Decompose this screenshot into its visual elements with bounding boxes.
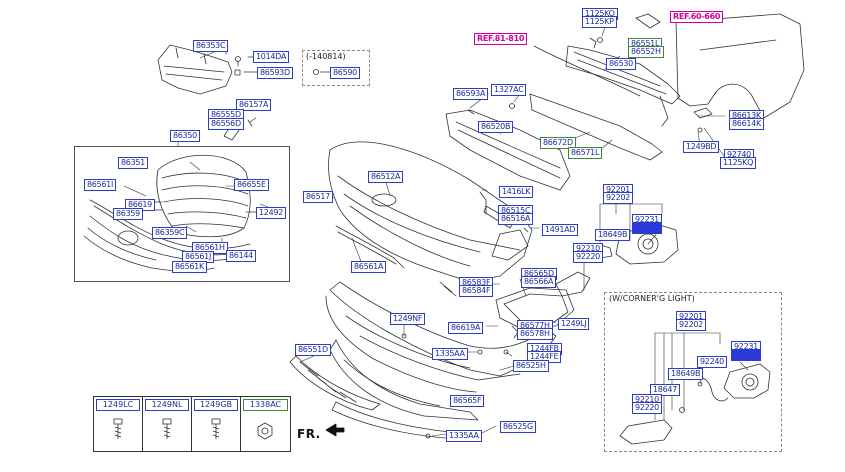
part-label-1416lk[interactable]: 1416LK	[499, 186, 534, 198]
legend-label-1249nl[interactable]: 1249NL	[145, 399, 189, 411]
part-label-86350[interactable]: 86350	[170, 130, 200, 142]
legend-cell: 1249LC	[94, 397, 143, 451]
part-label-92202-cornering[interactable]: 92202	[676, 319, 706, 331]
part-label-86520b[interactable]: 86520B	[478, 121, 514, 133]
part-label-86566a[interactable]: 86566A	[521, 276, 557, 288]
part-label-1125kp[interactable]: 1125KP	[582, 16, 617, 28]
part-label-86551d[interactable]: 86551D	[295, 344, 331, 356]
part-label-92232-highlighted[interactable]: 92232	[632, 222, 662, 234]
part-label-1491ad[interactable]: 1491AD	[542, 224, 579, 236]
part-label-86525h[interactable]: 86525H	[513, 360, 549, 372]
bracket-part	[693, 107, 713, 119]
part-label-86353c[interactable]: 86353C	[193, 40, 229, 52]
front-direction-label: FR.	[297, 427, 321, 441]
part-label-1327ac[interactable]: 1327AC	[491, 84, 527, 96]
part-label-1249nf[interactable]: 1249NF	[390, 313, 426, 325]
part-label-86614k[interactable]: 86614K	[729, 118, 764, 130]
part-label-86590[interactable]: 86590	[330, 67, 360, 79]
front-direction-arrow	[325, 423, 345, 437]
bolt-icon	[162, 418, 172, 439]
bulb-part	[555, 271, 591, 297]
legend-cell: 1338AC	[241, 397, 290, 451]
lower-grille-insert-part	[289, 355, 381, 411]
part-label-86516a[interactable]: 86516A	[498, 213, 534, 225]
part-label-86561k[interactable]: 86561K	[172, 261, 207, 273]
nut-part	[509, 103, 515, 109]
part-label-86530[interactable]: 86530	[606, 58, 636, 70]
part-label-92220-cornering[interactable]: 92220	[632, 402, 662, 414]
part-label-1249lj[interactable]: 1249LJ	[558, 318, 590, 330]
part-label-86655e[interactable]: 86655E	[234, 179, 269, 191]
part-label-1335aa-upper[interactable]: 1335AA	[432, 348, 468, 360]
part-label-92232-cornering-highlighted[interactable]: 92232	[731, 349, 761, 361]
part-label-86525g[interactable]: 86525G	[500, 421, 536, 433]
part-label-86144[interactable]: 86144	[226, 250, 256, 262]
part-label-1125kq[interactable]: 1125KQ	[720, 157, 757, 169]
part-label-86578h[interactable]: 86578H	[517, 328, 553, 340]
part-label-92240[interactable]: 92240	[697, 356, 727, 368]
legend-label-1249gb[interactable]: 1249GB	[194, 399, 238, 411]
part-label-86556d[interactable]: 86556D	[208, 118, 244, 130]
legend-cell: 1249NL	[143, 397, 192, 451]
cornering-light-title: (W/CORNER'G LIGHT)	[609, 294, 695, 303]
part-label-86359c[interactable]: 86359C	[152, 227, 188, 239]
part-label-86593a[interactable]: 86593A	[453, 88, 489, 100]
legend-label-1338ac[interactable]: 1338AC	[243, 399, 288, 411]
part-label-86565f[interactable]: 86565F	[450, 395, 485, 407]
part-label-1249bd[interactable]: 1249BD	[683, 141, 720, 153]
bolt-part	[597, 37, 603, 43]
part-label-1335aa-lower[interactable]: 1335AA	[446, 430, 482, 442]
variant-note: (-140814)	[306, 52, 346, 61]
part-label-18649b[interactable]: 18649B	[595, 229, 631, 241]
grille-cover-part	[157, 44, 233, 95]
part-label-18649b-cornering[interactable]: 18649B	[668, 368, 704, 380]
reference-label-81-810[interactable]: REF.81-810	[474, 33, 528, 45]
reference-label-60-660[interactable]: REF.60-660	[670, 11, 724, 23]
fastener-legend: 1249LC 1249NL 1249GB 1338AC	[93, 396, 291, 452]
harness-part	[533, 45, 641, 97]
part-label-86619a[interactable]: 86619A	[448, 322, 484, 334]
part-label-92220[interactable]: 92220	[573, 251, 603, 263]
nut-icon	[257, 422, 273, 440]
legend-cell: 1249GB	[192, 397, 241, 451]
legend-label-1249lc[interactable]: 1249LC	[96, 399, 140, 411]
bolt-part	[234, 56, 241, 76]
bolt-icon	[211, 418, 221, 439]
fender-part	[675, 13, 805, 119]
part-label-1014da[interactable]: 1014DA	[253, 51, 290, 63]
part-label-86571l[interactable]: 86571L	[568, 147, 603, 159]
part-label-86552h[interactable]: 86552H	[628, 46, 664, 58]
part-label-86593d[interactable]: 86593D	[257, 67, 293, 79]
part-label-86512a[interactable]: 86512A	[368, 171, 404, 183]
part-label-86351[interactable]: 86351	[118, 157, 148, 169]
part-label-86359[interactable]: 86359	[113, 208, 143, 220]
screw-part	[697, 127, 703, 133]
part-label-86561i[interactable]: 86561I	[84, 179, 117, 191]
part-label-86584f[interactable]: 86584F	[459, 285, 494, 297]
part-label-92202[interactable]: 92202	[603, 192, 633, 204]
wire-part	[479, 191, 487, 215]
bracket-top-part	[635, 13, 661, 29]
bolt-icon	[113, 418, 123, 439]
part-label-86517[interactable]: 86517	[303, 191, 333, 203]
part-label-12492[interactable]: 12492	[256, 207, 286, 219]
part-label-86561a[interactable]: 86561A	[351, 261, 387, 273]
